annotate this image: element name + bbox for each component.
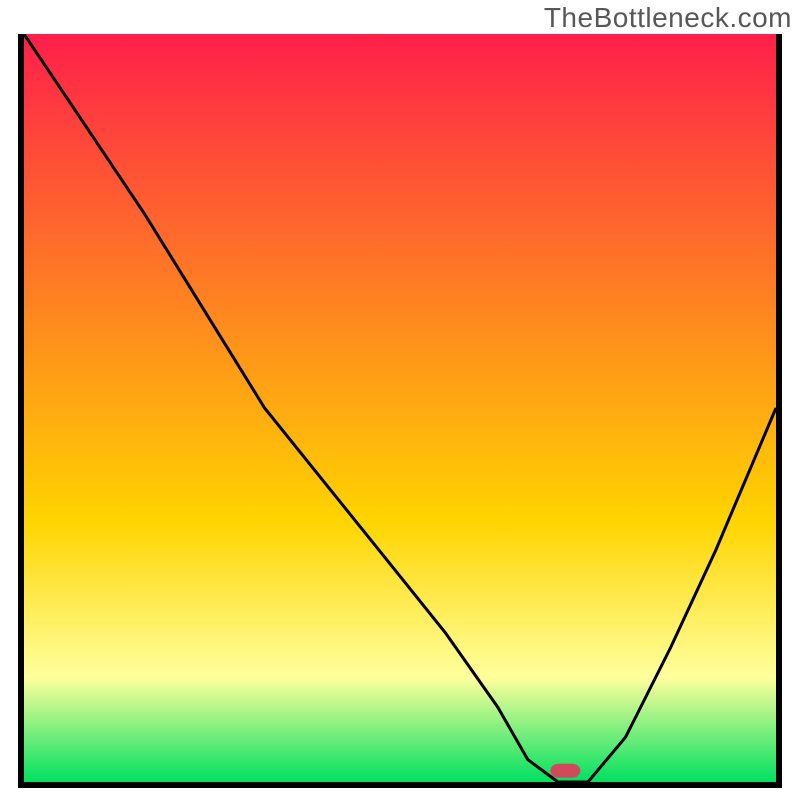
optimal-point-marker [550,764,580,778]
gradient-background [24,34,776,782]
watermark-text: TheBottleneck.com [544,2,792,34]
bottleneck-chart [24,34,776,782]
